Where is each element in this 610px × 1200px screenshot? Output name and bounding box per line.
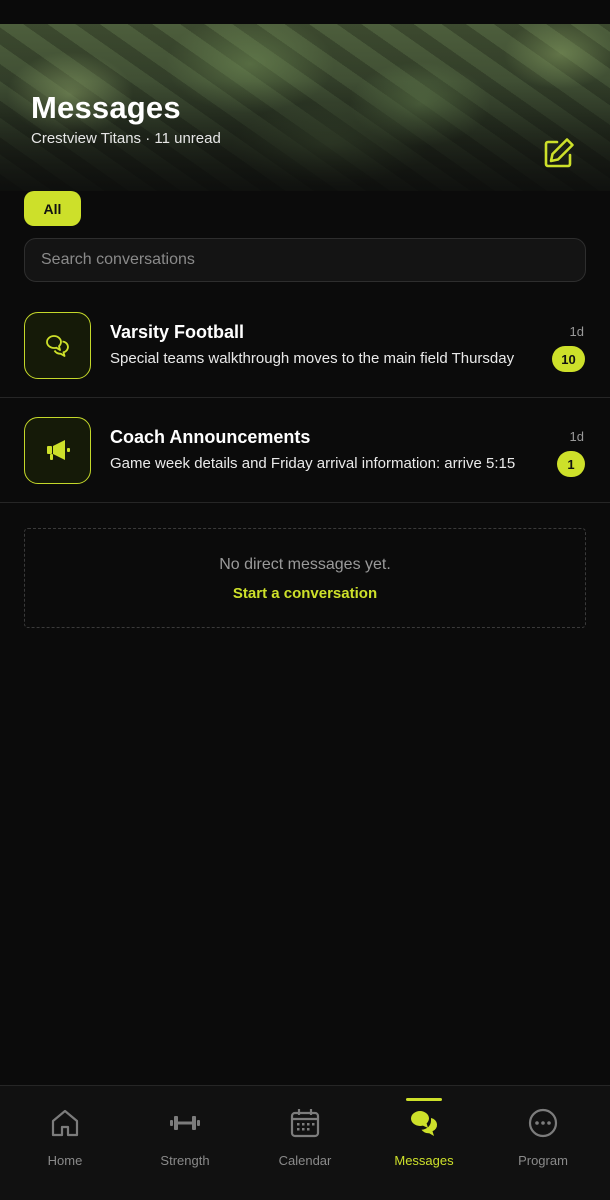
chat-bubbles-icon [45,334,69,357]
conversation-time: 1d [569,324,584,339]
nav-item-calendar[interactable]: Calendar [244,1086,366,1200]
empty-state-text: No direct messages yet. [219,556,391,573]
compose-icon [544,138,574,168]
conversation-varsity-football[interactable]: Varsity Football 1d Special teams walkth… [0,294,610,398]
page-title: Messages [31,90,181,125]
search-box [24,238,586,282]
nav-label: Messages [394,1153,454,1168]
nav-label: Program [518,1153,568,1168]
conversation-title: Varsity Football [110,322,245,342]
conversation-coach-announcements[interactable]: Coach Announcements 1d Game week details… [0,399,610,503]
status-bar [0,0,610,24]
conversation-time: 1d [569,429,584,444]
conversation-avatar [24,417,91,484]
dumbbell-icon [168,1106,202,1140]
active-tab-indicator [406,1098,442,1101]
nav-label: Strength [160,1153,210,1168]
search-input[interactable] [25,239,585,281]
conversation-avatar [24,312,91,379]
conversation-preview: Special teams walkthrough moves to the m… [110,350,515,367]
megaphone-icon [46,439,70,460]
filter-chip-all[interactable]: All [24,191,81,226]
nav-item-strength[interactable]: Strength [124,1086,246,1200]
conversation-preview: Game week details and Friday arrival inf… [110,455,516,472]
unread-badge: 10 [552,346,585,372]
compose-button[interactable] [540,134,578,172]
calendar-icon [288,1106,322,1140]
nav-item-home[interactable]: Home [4,1086,126,1200]
nav-item-program[interactable]: Program [482,1086,604,1200]
nav-label: Calendar [278,1153,332,1168]
home-icon [48,1106,82,1140]
chat-bubbles-icon [407,1106,441,1140]
bottom-nav: Home Strength Calendar Messages Program [0,1085,610,1200]
nav-item-messages[interactable]: Messages [363,1086,485,1200]
more-circle-icon [526,1106,560,1140]
team-unread-subtitle: Crestview Titans · 11 unread [31,130,221,147]
unread-badge: 1 [557,451,585,477]
conversation-title: Coach Announcements [110,427,311,447]
messages-screen: Messages Crestview Titans · 11 unread Al… [0,0,610,1200]
nav-label: Home [47,1153,83,1168]
start-conversation-link[interactable]: Start a conversation [25,585,585,602]
direct-messages-empty-state: No direct messages yet. Start a conversa… [24,528,586,628]
